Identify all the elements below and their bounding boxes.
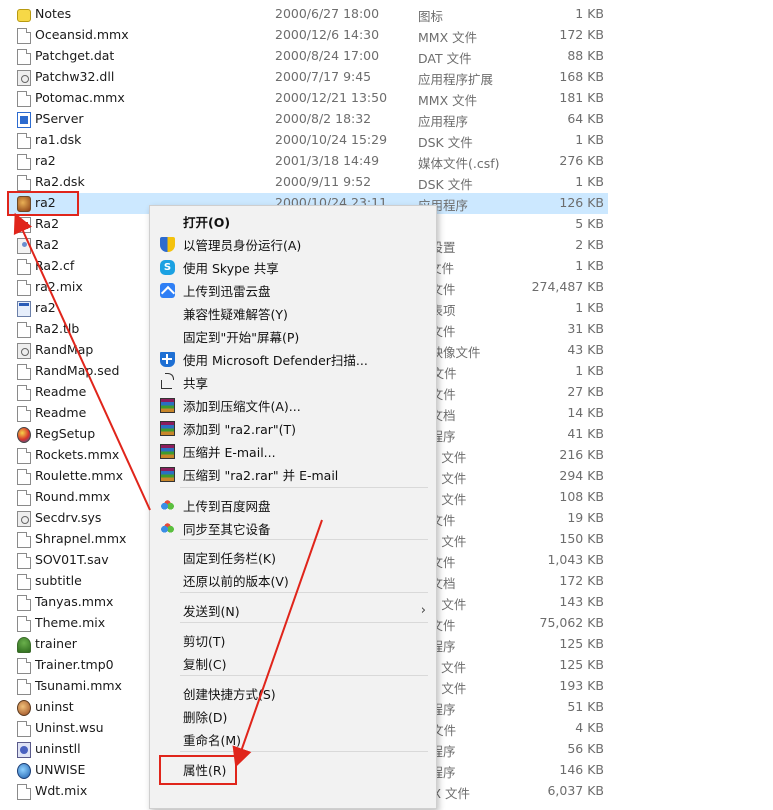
arrow-to-properties bbox=[232, 519, 323, 768]
properties-highlight-box bbox=[159, 755, 237, 785]
arrow-to-ra2 bbox=[13, 212, 151, 511]
ra2-highlight-box bbox=[7, 191, 79, 216]
annotation-arrows bbox=[13, 212, 323, 768]
